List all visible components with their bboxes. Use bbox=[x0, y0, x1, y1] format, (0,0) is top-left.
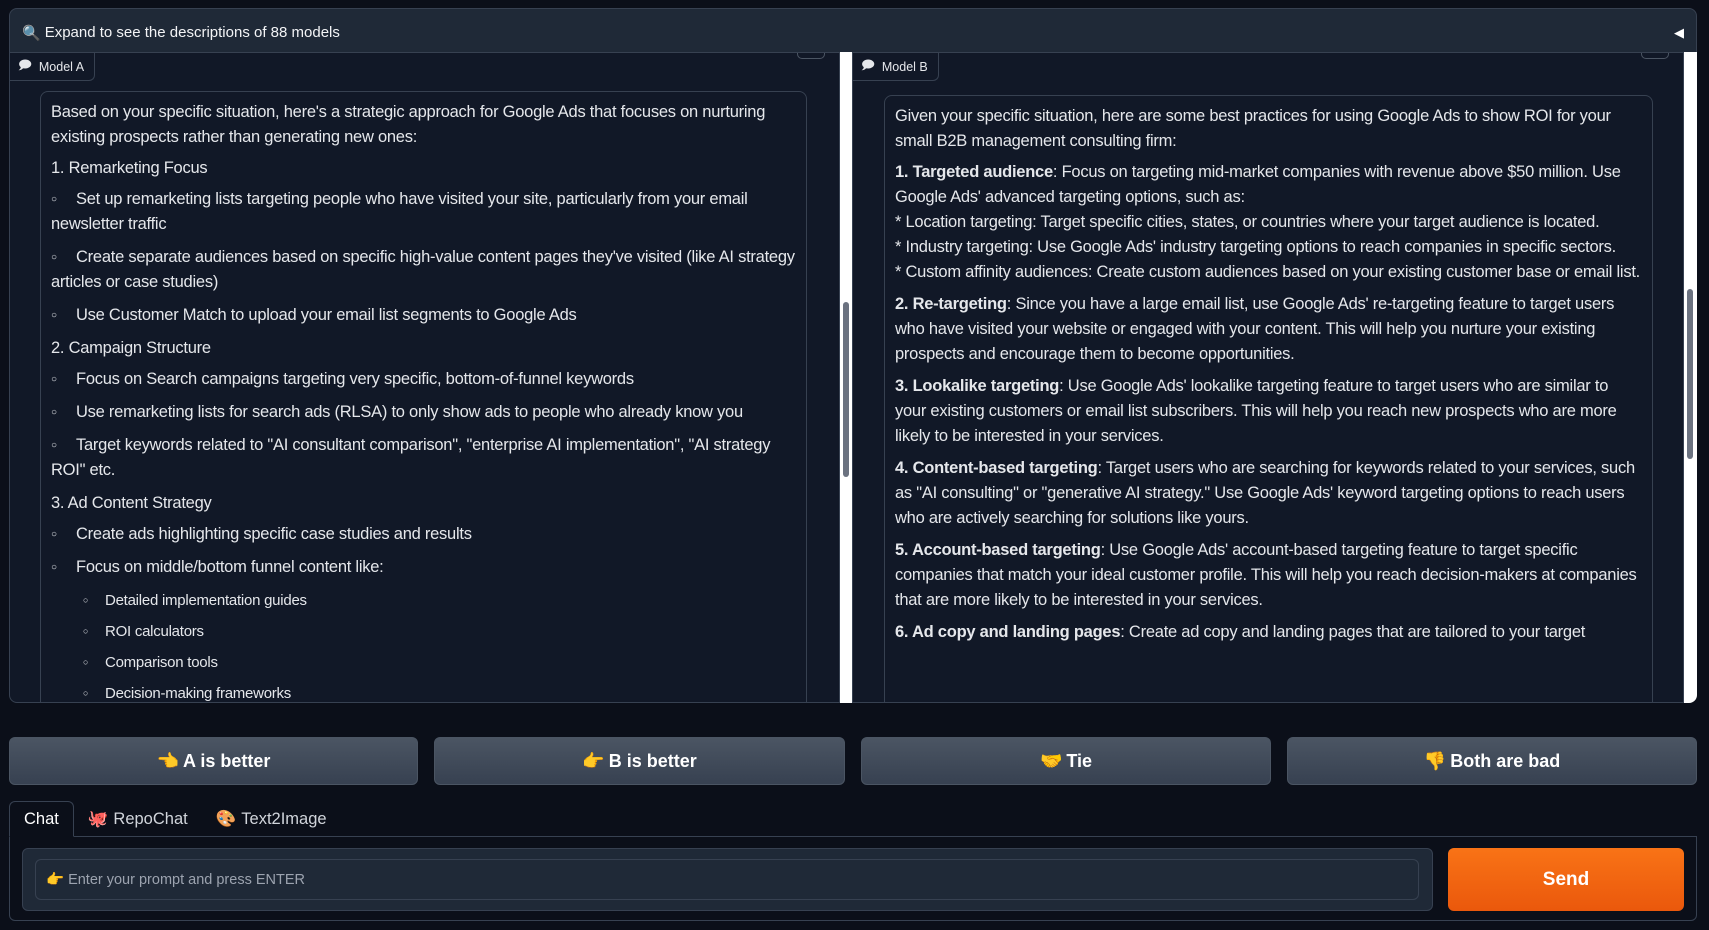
model-b-name: Model B bbox=[881, 59, 928, 74]
sub-list-item: ROI calculators bbox=[51, 619, 796, 644]
tie-button[interactable]: 🤝 Tie bbox=[861, 737, 1271, 785]
button-label: Tie bbox=[1066, 750, 1093, 771]
point-right-icon: 👉 bbox=[46, 872, 65, 888]
b-is-better-button[interactable]: 👉 B is better bbox=[434, 737, 845, 785]
point-title: 3. Lookalike targeting bbox=[895, 377, 1060, 395]
thumbs-down-icon: 👎 bbox=[1423, 750, 1447, 771]
model-a-name: Model A bbox=[38, 59, 85, 74]
point-left-icon: 👈 bbox=[156, 750, 180, 771]
chat-icon: 🗩 bbox=[861, 58, 875, 72]
octopus-icon: 🐙 bbox=[87, 809, 109, 828]
point-detail: * Industry targeting: Use Google Ads' in… bbox=[895, 238, 1616, 256]
point-title: 6. Ad copy and landing pages bbox=[895, 623, 1121, 641]
point: 3. Lookalike targeting: Use Google Ads' … bbox=[895, 374, 1642, 449]
point: 2. Re-targeting: Since you have a large … bbox=[895, 292, 1642, 367]
point: 4. Content-based targeting: Target users… bbox=[895, 456, 1642, 531]
list-item-text: Create ads highlighting specific case st… bbox=[76, 525, 472, 543]
point-title: 4. Content-based targeting bbox=[895, 459, 1098, 477]
tab-repochat[interactable]: 🐙 RepoChat bbox=[74, 801, 202, 837]
tab-chat[interactable]: Chat bbox=[9, 801, 74, 837]
intro-text: Based on your specific situation, here's… bbox=[51, 103, 766, 146]
button-label: A is better bbox=[183, 750, 271, 771]
list-item: Target keywords related to "AI consultan… bbox=[51, 433, 796, 483]
palette-icon: 🎨 bbox=[215, 809, 237, 828]
model-a-label: 🗩 Model A bbox=[10, 53, 96, 81]
sub-list-item: Decision-making frameworks bbox=[51, 681, 796, 702]
point-right-icon: 👉 bbox=[582, 750, 605, 771]
list-item-text: Set up remarketing lists targeting peopl… bbox=[51, 190, 748, 233]
tab-label: RepoChat bbox=[113, 809, 188, 828]
copy-button[interactable] bbox=[797, 53, 825, 59]
model-b-panel: 🗩 Model B Given your specific situation, … bbox=[852, 52, 1684, 703]
model-b-scrollbar[interactable] bbox=[1687, 289, 1693, 459]
list-item-text: Use remarketing lists for search ads (RL… bbox=[76, 403, 743, 421]
list-item: Create ads highlighting specific case st… bbox=[51, 522, 796, 547]
model-b-message: Given your specific situation, here are … bbox=[884, 95, 1653, 702]
list-item: Create separate audiences based on speci… bbox=[51, 245, 796, 295]
list-item: Focus on middle/bottom funnel content li… bbox=[51, 555, 796, 580]
accordion-label: Expand to see the descriptions of 88 mod… bbox=[44, 24, 340, 41]
section-heading: 3. Ad Content Strategy bbox=[51, 494, 212, 512]
point-title: 5. Account-based targeting bbox=[895, 541, 1101, 559]
magnifier-icon: 🔍 bbox=[22, 24, 41, 42]
copy-button[interactable] bbox=[1641, 53, 1669, 59]
sub-list-item: Comparison tools bbox=[51, 650, 796, 675]
list-item-text: Use Customer Match to upload your email … bbox=[76, 306, 577, 324]
sub-list-item: Detailed implementation guides bbox=[51, 588, 796, 613]
model-a-message: Based on your specific situation, here's… bbox=[40, 91, 807, 702]
list-item-text: Focus on middle/bottom funnel content li… bbox=[76, 558, 384, 576]
intro-text: Given your specific situation, here are … bbox=[895, 107, 1611, 150]
tab-label: Chat bbox=[24, 809, 59, 828]
model-a-scrollbar-track[interactable] bbox=[840, 52, 852, 703]
tab-label: Text2Image bbox=[241, 809, 327, 828]
chat-icon: 🗩 bbox=[18, 58, 32, 72]
model-b-scrollbar-track[interactable] bbox=[1684, 52, 1697, 703]
list-item-text: Target keywords related to "AI consultan… bbox=[51, 436, 771, 479]
point: 6. Ad copy and landing pages: Create ad … bbox=[895, 620, 1642, 645]
send-button[interactable]: Send bbox=[1448, 848, 1684, 911]
point: 1. Targeted audience: Focus on targeting… bbox=[895, 160, 1642, 285]
list-item: Use Customer Match to upload your email … bbox=[51, 303, 796, 328]
list-item: Focus on Search campaigns targeting very… bbox=[51, 367, 796, 392]
section-heading: 1. Remarketing Focus bbox=[51, 159, 208, 177]
point-detail: * Custom affinity audiences: Create cust… bbox=[895, 263, 1640, 281]
tab-text2image[interactable]: 🎨 Text2Image bbox=[202, 801, 341, 837]
list-item-text: Focus on Search campaigns targeting very… bbox=[76, 370, 634, 388]
model-a-panel: 🗩 Model A Based on your specific situatio… bbox=[9, 52, 840, 703]
both-bad-button[interactable]: 👎 Both are bad bbox=[1287, 737, 1697, 785]
a-is-better-button[interactable]: 👈 A is better bbox=[9, 737, 418, 785]
point: 5. Account-based targeting: Use Google A… bbox=[895, 538, 1642, 613]
point-text: : Create ad copy and landing pages that … bbox=[1120, 623, 1586, 641]
button-label: B is better bbox=[608, 750, 697, 771]
point-title: 1. Targeted audience bbox=[895, 163, 1053, 181]
list-item: Set up remarketing lists targeting peopl… bbox=[51, 187, 796, 237]
model-b-label: 🗩 Model B bbox=[853, 53, 939, 81]
prompt-input[interactable]: 👉 Enter your prompt and press ENTER bbox=[35, 859, 1419, 900]
collapse-triangle-icon[interactable]: ◀ bbox=[1674, 25, 1684, 41]
point-title: 2. Re-targeting bbox=[895, 295, 1007, 313]
models-accordion[interactable]: 🔍 Expand to see the descriptions of 88 m… bbox=[9, 8, 1697, 57]
section-heading: 2. Campaign Structure bbox=[51, 339, 211, 357]
model-a-scrollbar[interactable] bbox=[843, 302, 849, 477]
tab-bar: Chat 🐙 RepoChat 🎨 Text2Image bbox=[9, 801, 341, 837]
handshake-icon: 🤝 bbox=[1039, 750, 1063, 771]
button-label: Both are bad bbox=[1450, 750, 1561, 771]
list-item-text: Create separate audiences based on speci… bbox=[51, 248, 795, 291]
prompt-placeholder: Enter your prompt and press ENTER bbox=[68, 871, 305, 888]
point-detail: * Location targeting: Target specific ci… bbox=[895, 213, 1600, 231]
list-item: Use remarketing lists for search ads (RL… bbox=[51, 400, 796, 425]
